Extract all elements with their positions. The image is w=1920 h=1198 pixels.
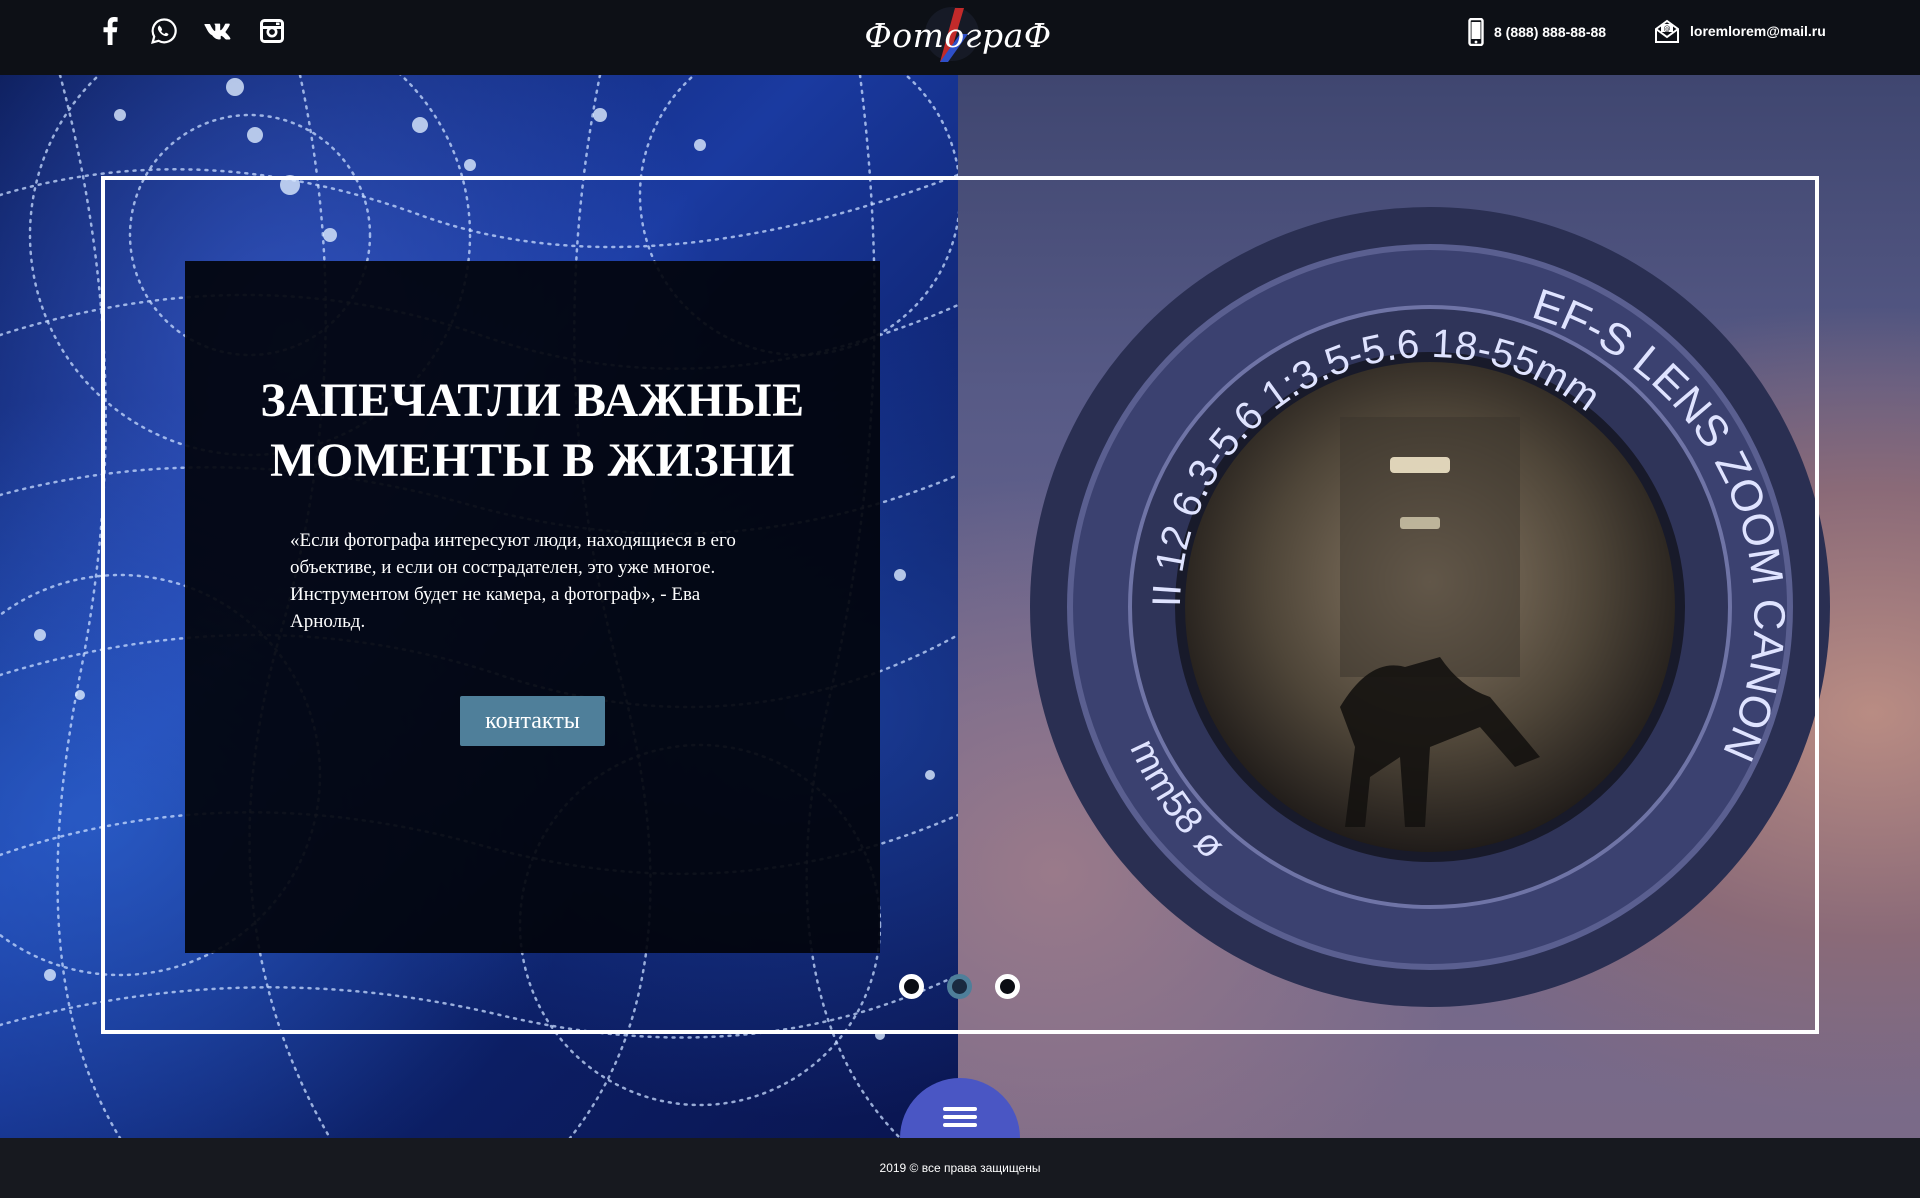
slide-dot-1[interactable] xyxy=(899,974,924,999)
email-icon: @ xyxy=(1655,19,1679,43)
headline-line-1: ЗАПЕЧАТЛИ ВАЖНЫЕ xyxy=(260,374,805,427)
hero-text-panel: ЗАПЕЧАТЛИ ВАЖНЫЕ МОМЕНТЫ В ЖИЗНИ «Если ф… xyxy=(185,261,880,953)
slider-pagination xyxy=(899,974,1020,999)
hamburger-icon xyxy=(943,1107,977,1127)
instagram-icon[interactable] xyxy=(258,16,286,46)
site-header: ФотограФ 8 (888) 888-88-88 @ loremlorem@… xyxy=(0,0,1920,75)
whatsapp-icon[interactable] xyxy=(150,16,178,46)
phone-number[interactable]: 8 (888) 888-88-88 xyxy=(1494,24,1606,40)
headline-line-2: МОМЕНТЫ В ЖИЗНИ xyxy=(270,434,795,487)
hero-slider: II 12 6.3-5.6 1:3.5-5.6 18-55mm EF-S LEN… xyxy=(0,75,1920,1138)
phone-contact[interactable]: 8 (888) 888-88-88 xyxy=(1468,18,1606,46)
phone-icon xyxy=(1468,18,1484,46)
email-contact[interactable]: @ loremlorem@mail.ru xyxy=(1654,18,1826,44)
contacts-button[interactable]: контакты xyxy=(460,696,605,746)
facebook-icon[interactable] xyxy=(96,16,124,46)
svg-text:@: @ xyxy=(1664,25,1671,33)
hero-quote: «Если фотографа интересуют люди, находящ… xyxy=(290,530,736,632)
vk-icon[interactable] xyxy=(204,16,232,46)
slide-dot-3[interactable] xyxy=(995,974,1020,999)
copyright-text: 2019 © все права защищены xyxy=(879,1161,1041,1175)
site-logo[interactable]: ФотограФ xyxy=(858,0,1058,70)
logo-text: ФотограФ xyxy=(864,15,1052,55)
social-links xyxy=(96,16,286,46)
site-footer: 2019 © все права защищены xyxy=(0,1138,1920,1198)
hero-headline: ЗАПЕЧАТЛИ ВАЖНЫЕ МОМЕНТЫ В ЖИЗНИ xyxy=(185,371,880,491)
slide-dot-2[interactable] xyxy=(947,974,972,999)
email-address[interactable]: loremlorem@mail.ru xyxy=(1690,23,1826,39)
